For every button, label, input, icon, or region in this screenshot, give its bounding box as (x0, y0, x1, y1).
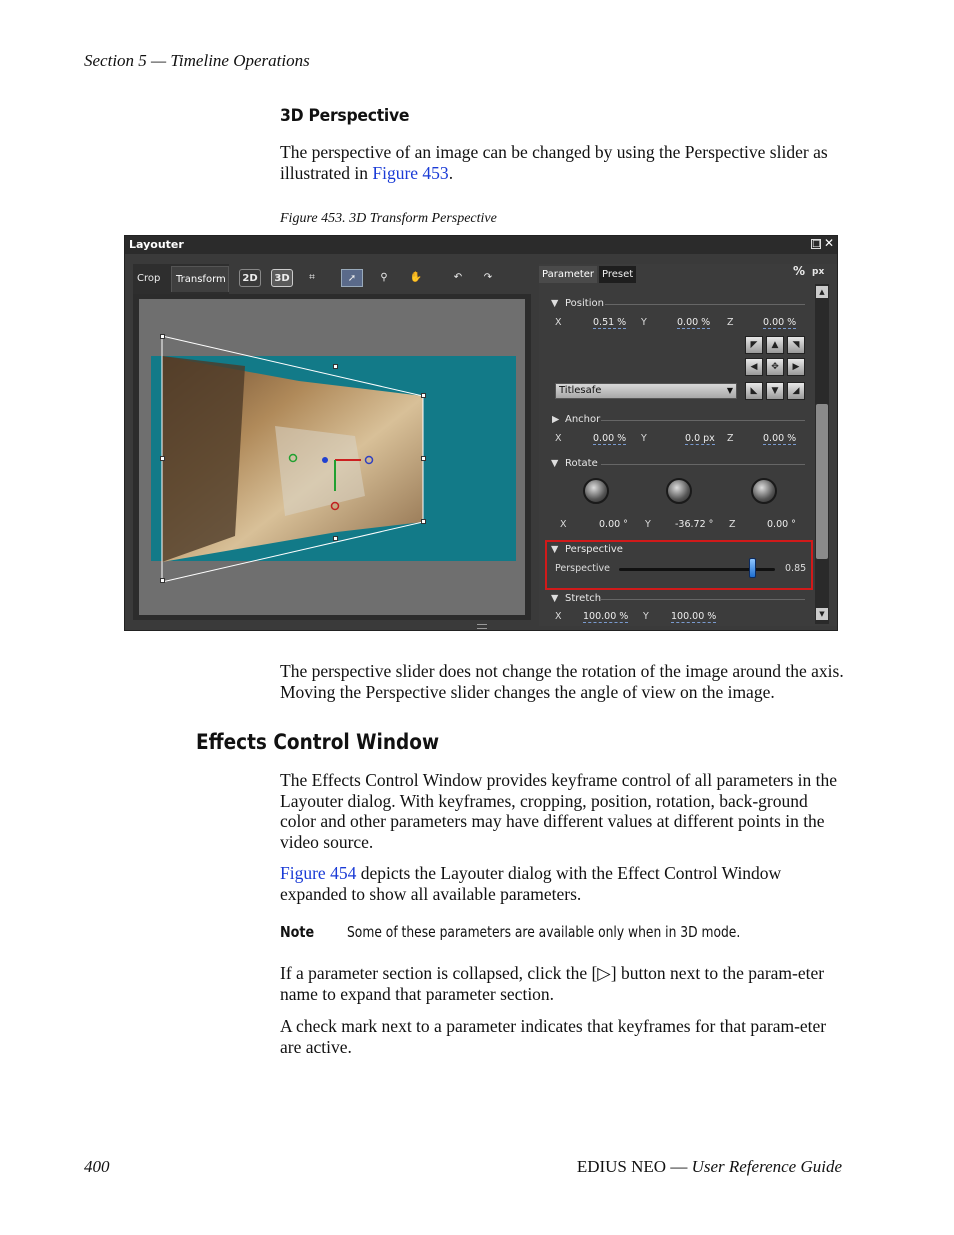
stretch-x-label: X (555, 611, 562, 622)
edge-handle-left[interactable] (160, 456, 165, 461)
rotate-x-value[interactable]: 0.00 ° (599, 519, 628, 530)
rotate-y-knob[interactable] (666, 478, 692, 504)
stretch-y-value[interactable]: 100.00 % (671, 611, 717, 623)
position-x-label: X (555, 317, 562, 328)
stretch-x-value[interactable]: 100.00 % (583, 611, 629, 623)
anchor-y-label: Y (641, 433, 647, 444)
rotate-label: Rotate (565, 458, 598, 469)
figure-453-link[interactable]: Figure 453 (372, 163, 448, 183)
footer-product: EDIUS NEO (576, 1157, 667, 1176)
section-heading-effects-control: Effects Control Window (196, 730, 440, 754)
rotate-z-value[interactable]: 0.00 ° (767, 519, 796, 530)
stretch-y-label: Y (643, 611, 649, 622)
stretch-label: Stretch (565, 593, 602, 604)
corner-handle-br[interactable] (421, 519, 426, 524)
anchor-z-label: Z (727, 433, 734, 444)
after-figure-paragraph: The perspective slider does not change t… (280, 661, 844, 702)
align-bottom-right-icon[interactable]: ◢ (787, 382, 805, 400)
position-y-value[interactable]: 0.00 % (677, 317, 711, 329)
rotate-divider (601, 464, 805, 465)
align-bottom-left-icon[interactable]: ◣ (745, 382, 763, 400)
stretch-divider (601, 599, 805, 600)
rotate-x-knob[interactable] (583, 478, 609, 504)
align-right-icon[interactable]: ▶ (787, 358, 805, 376)
edge-handle-right[interactable] (421, 456, 426, 461)
z-axis-gizmo (322, 457, 328, 463)
stretch-expand-icon[interactable]: ▼ (551, 593, 558, 604)
align-bottom-icon[interactable]: ▼ (766, 382, 784, 400)
effects-paragraph-1: The Effects Control Window provides keyf… (280, 770, 838, 852)
intro-period: . (448, 162, 454, 183)
collapsed-section-paragraph: If a parameter section is collapsed, cli… (280, 963, 825, 1004)
rotate-z-label: Z (729, 519, 736, 530)
corner-handle-tr[interactable] (421, 393, 426, 398)
running-footer: EDIUS NEO — User Reference Guide (577, 1157, 842, 1177)
anchor-x-value[interactable]: 0.00 % (593, 433, 627, 445)
tab-preset[interactable]: Preset (599, 266, 637, 283)
rotate-y-value[interactable]: -36.72 ° (675, 519, 713, 530)
px-unit-button[interactable]: px (812, 267, 824, 277)
rotate-x-label: X (560, 519, 567, 530)
position-label: Position (565, 298, 604, 309)
resize-grip-icon[interactable] (477, 624, 487, 629)
effects-paragraph-2: Figure 454 depicts the Layouter dialog w… (280, 863, 836, 904)
edge-handle-top[interactable] (333, 364, 338, 369)
running-header: Section 5 — Timeline Operations (84, 51, 310, 70)
figure-caption: Figure 453. 3D Transform Perspective (280, 211, 497, 226)
corner-handle-bl[interactable] (160, 578, 165, 583)
chevron-down-icon: ▼ (726, 386, 733, 395)
intro-text: The perspective of an image can be chang… (280, 142, 828, 183)
perspective-slider-label: Perspective (555, 563, 611, 574)
anchor-x-label: X (555, 433, 562, 444)
note-label: Note (280, 923, 315, 941)
position-expand-icon[interactable]: ▼ (551, 298, 558, 309)
titlesafe-dropdown[interactable]: Titlesafe ▼ (555, 383, 737, 399)
titlesafe-value: Titlesafe (559, 385, 602, 396)
position-z-label: Z (727, 317, 734, 328)
corner-handle-tl[interactable] (160, 334, 165, 339)
checkmark-paragraph: A check mark next to a parameter indicat… (280, 1016, 827, 1057)
note-text: Some of these parameters are available o… (347, 923, 741, 941)
align-top-left-icon[interactable]: ◤ (745, 336, 763, 354)
perspective-value[interactable]: 0.85 (785, 563, 806, 574)
anchor-y-value[interactable]: 0.0 px (685, 433, 715, 445)
layouter-screenshot: Layouter □ ✕ Crop Transform 2D 3D ⌗ ➚ ⚲ … (124, 235, 838, 631)
align-left-icon[interactable]: ◀ (745, 358, 763, 376)
position-x-value[interactable]: 0.51 % (593, 317, 627, 329)
section-heading-3d-perspective: 3D Perspective (280, 106, 410, 126)
edge-handle-bottom[interactable] (333, 536, 338, 541)
scroll-down-icon[interactable]: ▼ (816, 608, 828, 620)
figure-454-link[interactable]: Figure 454 (280, 863, 356, 883)
footer-separator: — (666, 1157, 692, 1176)
anchor-label: Anchor (565, 414, 601, 425)
perspective-label: Perspective (565, 544, 623, 555)
anchor-expand-icon[interactable]: ▶ (552, 414, 559, 425)
rotate-z-knob[interactable] (751, 478, 777, 504)
rotate-expand-icon[interactable]: ▼ (551, 458, 558, 469)
scroll-thumb[interactable] (816, 404, 828, 559)
position-divider (605, 304, 805, 305)
perspective-expand-icon[interactable]: ▼ (551, 544, 558, 555)
anchor-divider (601, 420, 805, 421)
position-y-label: Y (641, 317, 647, 328)
align-center-icon[interactable]: ✥ (766, 358, 784, 376)
position-z-value[interactable]: 0.00 % (763, 317, 797, 329)
tab-parameter[interactable]: Parameter (539, 266, 598, 283)
align-top-icon[interactable]: ▲ (766, 336, 784, 354)
rotate-y-label: Y (645, 519, 651, 530)
anchor-z-value[interactable]: 0.00 % (763, 433, 797, 445)
scroll-up-icon[interactable]: ▲ (816, 286, 828, 298)
intro-paragraph: The perspective of an image can be chang… (280, 142, 845, 183)
align-top-right-icon[interactable]: ◥ (787, 336, 805, 354)
perspective-slider-thumb[interactable] (748, 558, 756, 578)
percent-unit-button[interactable]: % (793, 264, 805, 278)
footer-guide: User Reference Guide (691, 1157, 842, 1176)
effects-paragraph-2-text: depicts the Layouter dialog with the Eff… (280, 863, 782, 904)
tree-trunk (162, 356, 245, 562)
page-number: 400 (84, 1157, 110, 1176)
